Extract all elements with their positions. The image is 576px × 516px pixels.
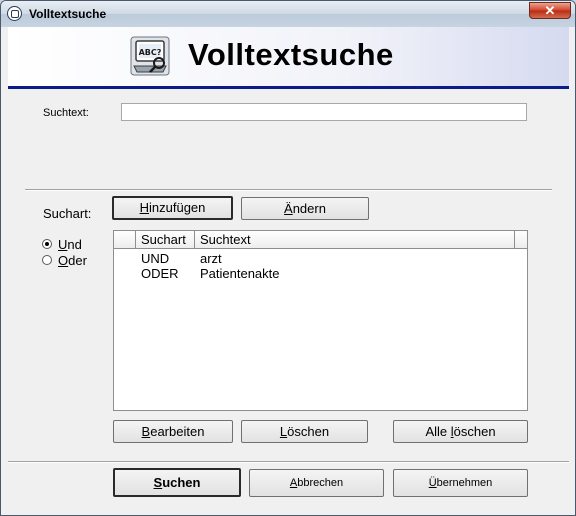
column-header-suchtext[interactable]: Suchtext bbox=[195, 231, 515, 248]
column-header-blank[interactable] bbox=[114, 231, 136, 248]
separator-top bbox=[25, 189, 552, 191]
radio-und[interactable] bbox=[42, 239, 52, 249]
list-row[interactable]: UND arzt bbox=[114, 251, 527, 266]
suchart-label: Suchart: bbox=[43, 206, 92, 221]
delete-button[interactable]: Löschen bbox=[241, 420, 368, 443]
search-button[interactable]: Suchen bbox=[113, 468, 241, 497]
cancel-button[interactable]: Abbrechen bbox=[249, 469, 384, 497]
add-button[interactable]: Hinzufügen bbox=[112, 196, 233, 220]
row-suchart: UND bbox=[141, 251, 170, 266]
window-title: Volltextsuche bbox=[29, 7, 107, 21]
search-text-input[interactable] bbox=[121, 103, 527, 121]
search-text-label: Suchtext: bbox=[43, 107, 89, 119]
header-banner: ABC? Volltextsuche bbox=[8, 27, 569, 89]
apply-button[interactable]: Übernehmen bbox=[393, 469, 528, 497]
dialog-window: Volltextsuche ✕ ABC? Volltextsuche Sucht… bbox=[0, 0, 576, 516]
radio-und-label[interactable]: Und bbox=[58, 237, 82, 252]
edit-button[interactable]: Bearbeiten bbox=[113, 420, 233, 443]
close-button[interactable]: ✕ bbox=[529, 2, 571, 19]
close-icon: ✕ bbox=[544, 3, 556, 18]
row-suchart: ODER bbox=[141, 266, 179, 281]
column-header-suchart[interactable]: Suchart bbox=[136, 231, 195, 248]
title-bar[interactable]: Volltextsuche ✕ bbox=[1, 1, 575, 27]
list-header: Suchart Suchtext bbox=[114, 231, 527, 249]
app-icon[interactable] bbox=[7, 6, 22, 21]
search-computer-icon: ABC? bbox=[130, 36, 170, 76]
delete-all-button[interactable]: Alle löschen bbox=[393, 420, 528, 443]
list-row[interactable]: ODER Patientenakte bbox=[114, 266, 527, 281]
header-title: Volltextsuche bbox=[188, 37, 394, 72]
radio-oder[interactable] bbox=[42, 255, 52, 265]
row-suchtext: arzt bbox=[200, 251, 222, 266]
change-button[interactable]: Ändern bbox=[241, 197, 369, 220]
separator-bottom bbox=[8, 461, 569, 463]
row-suchtext: Patientenakte bbox=[200, 266, 280, 281]
criteria-list[interactable]: Suchart Suchtext UND arzt ODER Patienten… bbox=[113, 230, 528, 411]
column-header-filler bbox=[515, 231, 527, 248]
logo-text: ABC? bbox=[139, 48, 162, 57]
radio-oder-label[interactable]: Oder bbox=[58, 253, 87, 268]
